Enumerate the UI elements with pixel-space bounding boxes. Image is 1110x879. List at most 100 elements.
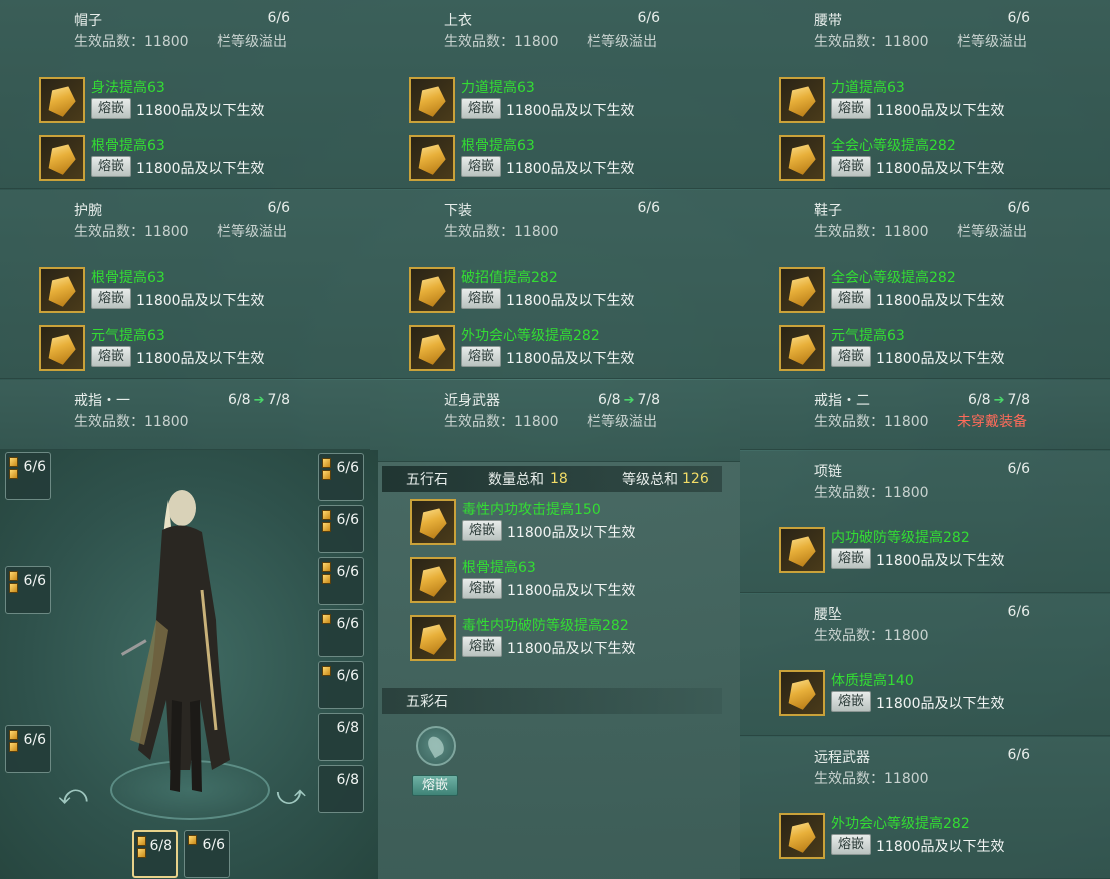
slot-count: 6/6 xyxy=(23,459,46,475)
gem-row: 外功会心等级提高282 熔嵌 11800品及以下生效 xyxy=(779,813,1109,859)
slot-name: 项链 xyxy=(814,464,842,480)
melt-button[interactable]: 熔嵌 xyxy=(462,636,502,657)
slot-overflow: 栏等级溢出 xyxy=(957,34,1027,50)
gem-icon[interactable] xyxy=(39,325,85,371)
slot-ratio: 6/6 xyxy=(1007,747,1030,763)
gem-icon[interactable] xyxy=(410,557,456,603)
gem-name: 毒性内功破防等级提高282 xyxy=(462,618,629,634)
slot-count: 6/6 xyxy=(336,564,359,580)
slot-panel-ring2: 戒指・二 6/8 ➔ 7/8 生效品数：11800 未穿戴装备 xyxy=(740,380,1110,450)
rotate-right-icon[interactable]: ⤻ xyxy=(276,778,306,812)
gem-icon[interactable] xyxy=(779,670,825,716)
slot-ratio: 6/6 xyxy=(1007,10,1030,26)
gem-icon[interactable] xyxy=(779,527,825,573)
slot-ratio-next: 7/8 xyxy=(267,392,290,408)
melt-button[interactable]: 熔嵌 xyxy=(91,156,131,177)
gem-name: 元气提高63 xyxy=(831,328,905,344)
gem-icon[interactable] xyxy=(410,615,456,661)
melt-button[interactable]: 熔嵌 xyxy=(91,288,131,309)
gem-icon[interactable] xyxy=(39,267,85,313)
gem-effect: 11800品及以下生效 xyxy=(507,525,636,541)
slot-grade: 生效品数：11800 xyxy=(814,485,929,501)
gem-effect: 11800品及以下生效 xyxy=(876,103,1005,119)
melt-button[interactable]: 熔嵌 xyxy=(462,520,502,541)
wucai-header: 五彩石 xyxy=(382,688,722,714)
gem-name: 力道提高63 xyxy=(461,80,535,96)
gem-icon[interactable] xyxy=(410,499,456,545)
equip-slot-left-2[interactable]: 6/6 xyxy=(5,566,51,614)
equip-slot-right-4[interactable]: 6/6 xyxy=(318,609,364,657)
equip-slot-bottom-1[interactable]: 6/8 xyxy=(132,830,178,878)
gem-row: 根骨提高63 熔嵌 11800品及以下生效 xyxy=(39,135,369,181)
gem-row: 外功会心等级提高282 熔嵌 11800品及以下生效 xyxy=(409,325,739,371)
wucai-melt-button[interactable]: 熔嵌 xyxy=(412,775,458,796)
gem-row: 元气提高63 熔嵌 11800品及以下生效 xyxy=(779,325,1109,371)
melt-button[interactable]: 熔嵌 xyxy=(91,98,131,119)
gem-icon[interactable] xyxy=(779,77,825,123)
gem-row: 根骨提高63 熔嵌 11800品及以下生效 xyxy=(39,267,369,313)
slot-ratio: 6/6 xyxy=(637,200,660,216)
slot-ratio: 6/6 xyxy=(637,10,660,26)
slot-grade: 生效品数：11800 xyxy=(814,414,929,430)
slot-count: 6/8 xyxy=(336,772,359,788)
gem-icon[interactable] xyxy=(409,267,455,313)
gem-row: 元气提高63 熔嵌 11800品及以下生效 xyxy=(39,325,369,371)
equip-slot-right-1[interactable]: 6/6 xyxy=(318,453,364,501)
count-label: 数量总和 xyxy=(488,472,544,488)
character-model[interactable] xyxy=(120,470,250,800)
melt-button[interactable]: 熔嵌 xyxy=(91,346,131,367)
gem-name: 力道提高63 xyxy=(831,80,905,96)
slot-grade: 生效品数：11800 xyxy=(814,34,929,50)
melt-button[interactable]: 熔嵌 xyxy=(461,346,501,367)
slot-grade: 生效品数：11800 xyxy=(814,628,929,644)
slot-overflow: 栏等级溢出 xyxy=(957,224,1027,240)
melt-button[interactable]: 熔嵌 xyxy=(461,98,501,119)
gem-row: 全会心等级提高282 熔嵌 11800品及以下生效 xyxy=(779,267,1109,313)
gem-icon[interactable] xyxy=(409,325,455,371)
slot-ratio-next: 7/8 xyxy=(637,392,660,408)
melt-button[interactable]: 熔嵌 xyxy=(831,346,871,367)
melt-button[interactable]: 熔嵌 xyxy=(461,288,501,309)
equip-slot-right-2[interactable]: 6/6 xyxy=(318,505,364,553)
gem-row: 根骨提高63 熔嵌 11800品及以下生效 xyxy=(410,557,740,603)
slot-ratio: 6/6 xyxy=(1007,461,1030,477)
gem-icon[interactable] xyxy=(39,77,85,123)
leaf-icon xyxy=(424,733,448,759)
gem-icon[interactable] xyxy=(779,813,825,859)
melt-button[interactable]: 熔嵌 xyxy=(831,98,871,119)
equip-slot-right-7[interactable]: 6/8 xyxy=(318,765,364,813)
melt-button[interactable]: 熔嵌 xyxy=(831,691,871,712)
slot-ratio: 6/6 xyxy=(267,200,290,216)
gem-icon[interactable] xyxy=(409,77,455,123)
equip-slot-left-1[interactable]: 6/6 xyxy=(5,452,51,500)
gem-effect: 11800品及以下生效 xyxy=(507,641,636,657)
upgrade-arrow-icon: ➔ xyxy=(993,392,1005,408)
wucai-stone-slot[interactable] xyxy=(416,726,456,766)
gem-icon[interactable] xyxy=(779,325,825,371)
rotate-left-icon[interactable]: ⤺ xyxy=(58,778,88,812)
gem-icon[interactable] xyxy=(779,267,825,313)
equip-slot-bottom-2[interactable]: 6/6 xyxy=(184,830,230,878)
slot-grade: 生效品数：11800 xyxy=(444,414,559,430)
melt-button[interactable]: 熔嵌 xyxy=(831,288,871,309)
equip-slot-right-6[interactable]: 6/8 xyxy=(318,713,364,761)
equip-slot-right-5[interactable]: 6/6 xyxy=(318,661,364,709)
equip-slot-left-3[interactable]: 6/6 xyxy=(5,725,51,773)
slot-panel-necklace: 项链 6/6 生效品数：11800 内功破防等级提高282 熔嵌 11800品及以… xyxy=(740,451,1110,593)
gem-icon[interactable] xyxy=(409,135,455,181)
melt-button[interactable]: 熔嵌 xyxy=(831,156,871,177)
equip-slot-right-3[interactable]: 6/6 xyxy=(318,557,364,605)
slot-grade: 生效品数：11800 xyxy=(814,224,929,240)
slot-grade: 生效品数：11800 xyxy=(74,34,189,50)
wuxing-title: 五行石 xyxy=(406,472,448,488)
melt-button[interactable]: 熔嵌 xyxy=(461,156,501,177)
melt-button[interactable]: 熔嵌 xyxy=(831,548,871,569)
gem-icon[interactable] xyxy=(779,135,825,181)
slot-name: 戒指・一 xyxy=(74,393,130,409)
gem-icon[interactable] xyxy=(39,135,85,181)
melt-button[interactable]: 熔嵌 xyxy=(462,578,502,599)
melt-button[interactable]: 熔嵌 xyxy=(831,834,871,855)
slot-count: 6/6 xyxy=(202,837,225,853)
slot-overflow: 栏等级溢出 xyxy=(587,34,657,50)
slot-ratio: 6/6 xyxy=(1007,604,1030,620)
